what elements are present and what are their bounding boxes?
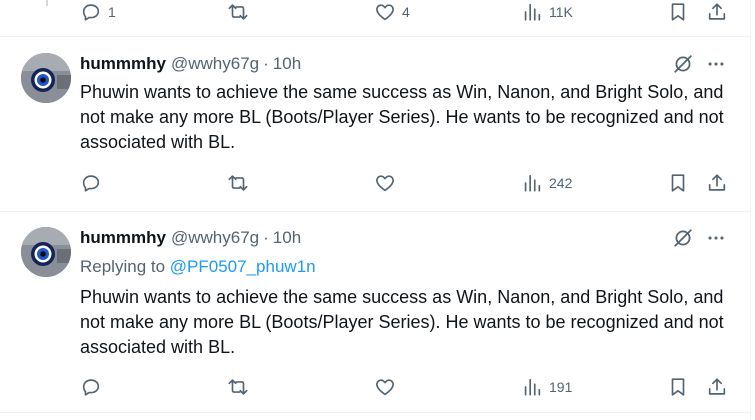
views-count: 11K bbox=[549, 4, 573, 20]
retweet-icon bbox=[228, 175, 248, 191]
tweet-text: Phuwin wants to achieve the same success… bbox=[80, 287, 724, 357]
reply-button[interactable]: 1 bbox=[80, 0, 116, 24]
grok-button[interactable] bbox=[672, 227, 694, 249]
like-icon bbox=[376, 379, 394, 396]
retweet-button[interactable] bbox=[227, 0, 249, 24]
bookmark-button[interactable] bbox=[667, 0, 689, 24]
separator: · bbox=[263, 228, 269, 247]
like-count: 4 bbox=[402, 4, 410, 20]
top-action-bar: 1 4 11K bbox=[80, 0, 730, 24]
replying-label: Replying to bbox=[80, 257, 166, 276]
evil-eye-avatar-image bbox=[21, 227, 71, 277]
views-button[interactable]: 191 bbox=[521, 375, 572, 399]
display-name[interactable]: hummmhy bbox=[80, 54, 166, 74]
tweet-action-bar: 242 bbox=[80, 171, 730, 195]
replying-to: Replying to @PF0507_phuw1n bbox=[80, 257, 316, 277]
tweet[interactable]: hummmhy @wwhy67g · 10h Phuwin wants to a… bbox=[0, 53, 750, 211]
avatar[interactable] bbox=[21, 227, 71, 277]
timestamp[interactable]: 10h bbox=[273, 228, 301, 248]
tweet[interactable]: hummmhy @wwhy67g · 10h Replying to @PF05… bbox=[0, 227, 750, 412]
views-button[interactable]: 242 bbox=[521, 171, 572, 195]
timeline: 1 4 11K hummmhy @wwhy67g · 10h Phuwin wa… bbox=[0, 0, 751, 420]
retweet-icon bbox=[228, 4, 248, 20]
share-icon bbox=[708, 174, 726, 191]
divider bbox=[0, 36, 750, 37]
reply-icon bbox=[82, 175, 100, 192]
avatar[interactable] bbox=[21, 53, 71, 103]
views-count: 191 bbox=[549, 379, 573, 395]
like-icon bbox=[376, 4, 394, 21]
more-button[interactable] bbox=[704, 227, 728, 249]
user-handle[interactable]: @wwhy67g bbox=[171, 54, 259, 74]
user-handle[interactable]: @wwhy67g bbox=[171, 228, 259, 248]
views-icon bbox=[524, 3, 541, 21]
retweet-icon bbox=[228, 379, 248, 395]
bookmark-icon bbox=[671, 174, 685, 192]
views-icon bbox=[524, 174, 541, 192]
reply-button[interactable] bbox=[80, 375, 102, 399]
more-icon bbox=[708, 62, 724, 66]
views-icon bbox=[524, 378, 541, 396]
retweet-button[interactable] bbox=[227, 375, 249, 399]
like-icon bbox=[376, 175, 394, 192]
divider bbox=[0, 211, 750, 212]
share-button[interactable] bbox=[706, 375, 728, 399]
reply-button[interactable] bbox=[80, 171, 102, 195]
display-name[interactable]: hummmhy bbox=[80, 228, 166, 248]
grok-icon bbox=[674, 229, 692, 247]
grok-icon bbox=[674, 55, 692, 73]
thread-line bbox=[46, 0, 48, 6]
reply-icon bbox=[82, 4, 100, 21]
bookmark-button[interactable] bbox=[667, 375, 689, 399]
evil-eye-avatar-image bbox=[21, 53, 71, 103]
like-button[interactable] bbox=[374, 375, 396, 399]
share-button[interactable] bbox=[706, 171, 728, 195]
like-button[interactable]: 4 bbox=[374, 0, 410, 24]
like-button[interactable] bbox=[374, 171, 396, 195]
timestamp[interactable]: 10h bbox=[273, 54, 301, 74]
reply-count: 1 bbox=[108, 4, 116, 20]
views-button[interactable]: 11K bbox=[521, 0, 573, 24]
retweet-button[interactable] bbox=[227, 171, 249, 195]
bookmark-icon bbox=[671, 378, 685, 396]
share-icon bbox=[708, 378, 726, 395]
more-icon bbox=[708, 236, 724, 240]
separator: · bbox=[263, 54, 269, 73]
bookmark-icon bbox=[671, 3, 685, 21]
tweet-action-bar: 191 bbox=[80, 375, 730, 399]
grok-button[interactable] bbox=[672, 53, 694, 75]
replying-mention-link[interactable]: @PF0507_phuw1n bbox=[170, 257, 316, 276]
tweet-text: Phuwin wants to achieve the same success… bbox=[80, 82, 724, 152]
share-button[interactable] bbox=[706, 0, 728, 24]
views-count: 242 bbox=[549, 175, 573, 191]
reply-icon bbox=[82, 379, 100, 396]
more-button[interactable] bbox=[704, 53, 728, 75]
bookmark-button[interactable] bbox=[667, 171, 689, 195]
tweet-header: hummmhy @wwhy67g · 10h bbox=[80, 227, 301, 249]
share-icon bbox=[708, 3, 726, 20]
divider bbox=[0, 412, 750, 413]
tweet-header: hummmhy @wwhy67g · 10h bbox=[80, 53, 301, 75]
